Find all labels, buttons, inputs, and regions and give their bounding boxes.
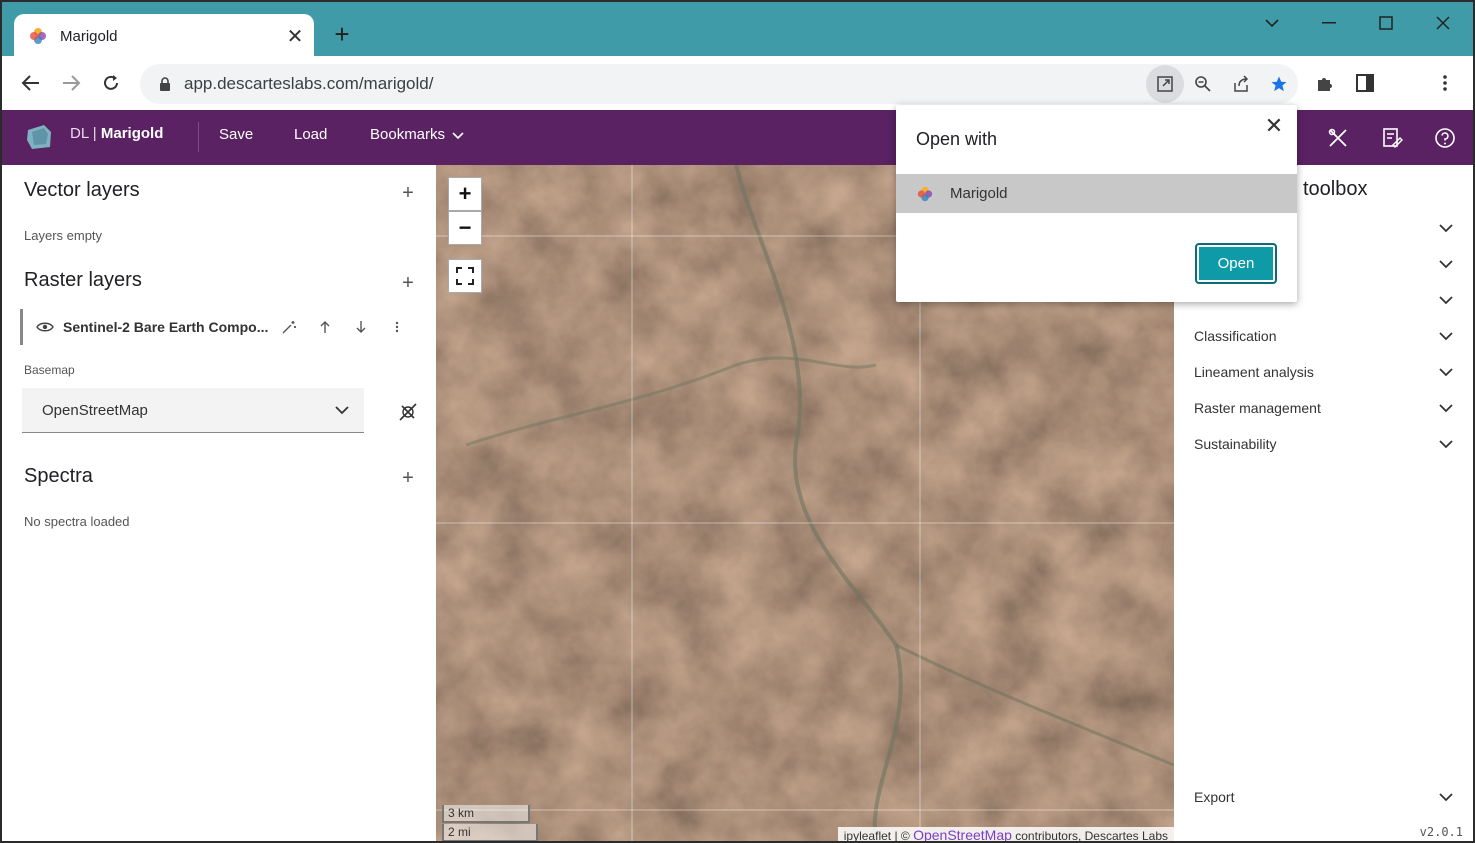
spectra-empty: No spectra loaded — [24, 514, 130, 529]
classification-label: Classification — [1194, 328, 1277, 344]
vector-layers-title: Vector layers — [24, 179, 140, 201]
browser-toolbar: app.descarteslabs.com/marigold/ — [2, 56, 1473, 110]
chevron-down-icon — [1436, 439, 1456, 449]
browser-menu-icon[interactable] — [1432, 70, 1458, 96]
brand-name: Marigold — [100, 125, 164, 142]
add-spectra-button[interactable]: + — [398, 468, 418, 488]
zoom-in-button[interactable]: + — [448, 177, 482, 211]
popup-title: Open with — [916, 129, 998, 149]
basemap-select[interactable]: OpenStreetMap — [22, 388, 364, 433]
raster-management-label: Raster management — [1194, 400, 1321, 416]
toolbox-classification[interactable]: Classification — [1194, 324, 1456, 348]
bookmark-star-icon[interactable] — [1260, 65, 1298, 103]
visibility-eye-icon[interactable] — [35, 321, 55, 333]
toolbox-sustainability[interactable]: Sustainability — [1194, 432, 1456, 456]
open-with-option-marigold[interactable]: Marigold — [896, 174, 1297, 213]
tools-icon[interactable] — [1324, 124, 1352, 152]
chevron-down-icon — [1436, 223, 1456, 233]
descartes-logo-icon — [27, 125, 51, 149]
forward-icon[interactable] — [58, 70, 84, 96]
add-vector-layer-button[interactable]: + — [398, 183, 418, 203]
scale-km: 3 km — [442, 805, 530, 823]
add-raster-layer-button[interactable]: + — [398, 273, 418, 293]
open-with-icon[interactable] — [1146, 65, 1184, 103]
move-down-icon[interactable] — [343, 320, 379, 334]
magic-wand-icon[interactable] — [271, 319, 307, 335]
chevron-down-icon — [1436, 367, 1456, 377]
basemap-label: Basemap — [24, 363, 75, 377]
side-panel-icon[interactable] — [1352, 70, 1378, 96]
tab-close-icon[interactable]: ✕ — [280, 24, 310, 49]
lineament-analysis-label: Lineament analysis — [1194, 364, 1314, 380]
lock-icon[interactable] — [146, 76, 184, 92]
sustainability-label: Sustainability — [1194, 436, 1277, 452]
bookmarks-menu[interactable]: Bookmarks — [370, 126, 465, 143]
chevron-down-icon — [1436, 403, 1456, 413]
layer-more-icon[interactable] — [379, 321, 415, 333]
brand-prefix: DL | — [70, 125, 101, 142]
browser-tab[interactable]: Marigold ✕ — [14, 14, 314, 58]
left-panel: Vector layers + Layers empty Raster laye… — [2, 165, 436, 841]
export-label: Export — [1194, 789, 1235, 805]
screen: Marigold ✕ + app.descarteslabs.com/marig… — [0, 0, 1475, 843]
tab-search-icon[interactable] — [1252, 10, 1292, 36]
version-label: v2.0.1 — [1419, 825, 1463, 839]
vector-layers-empty: Layers empty — [24, 228, 103, 243]
option-label: Marigold — [950, 185, 1008, 202]
reload-icon[interactable] — [98, 70, 124, 96]
move-up-icon[interactable] — [307, 320, 343, 334]
raster-layers-title: Raster layers — [24, 269, 142, 291]
chevron-down-icon — [320, 405, 364, 415]
url-text: app.descarteslabs.com/marigold/ — [184, 74, 434, 93]
toolbox-raster-management[interactable]: Raster management — [1194, 396, 1456, 420]
marigold-favicon-icon — [30, 28, 46, 44]
notes-edit-icon[interactable] — [1378, 124, 1406, 152]
share-icon[interactable] — [1222, 65, 1260, 103]
header-divider — [198, 122, 199, 152]
bookmarks-label: Bookmarks — [370, 126, 446, 143]
raster-layer-name: Sentinel-2 Bare Earth Compo... — [63, 319, 269, 335]
chevron-down-icon — [452, 131, 464, 139]
browser-titlebar: Marigold ✕ + — [2, 2, 1473, 58]
chevron-down-icon — [1436, 295, 1456, 305]
open-with-popup: Open with ✕ Marigold Open — [896, 105, 1297, 302]
fullscreen-button[interactable] — [448, 259, 482, 293]
chevron-down-icon — [1436, 259, 1456, 269]
maximize-icon[interactable] — [1366, 10, 1406, 36]
window-close-icon[interactable] — [1423, 10, 1463, 36]
toolbox-title: toolbox — [1303, 178, 1368, 200]
extensions-icon[interactable] — [1312, 70, 1338, 96]
address-bar[interactable]: app.descarteslabs.com/marigold/ — [140, 64, 1298, 104]
new-tab-button[interactable]: + — [328, 20, 356, 48]
toolbox-lineament-analysis[interactable]: Lineament analysis — [1194, 360, 1456, 384]
help-icon[interactable] — [1431, 124, 1459, 152]
back-icon[interactable] — [18, 70, 44, 96]
attribution-prefix: ipyleaflet | © — [843, 829, 914, 843]
zoom-icon[interactable] — [1184, 65, 1222, 103]
basemap-value: OpenStreetMap — [42, 401, 148, 419]
open-button[interactable]: Open — [1195, 243, 1277, 284]
app-brand[interactable]: DL | Marigold — [70, 125, 163, 142]
attribution-suffix: contributors, Descartes Labs — [1011, 829, 1168, 843]
raster-layer-row[interactable]: Sentinel-2 Bare Earth Compo... — [20, 309, 420, 345]
basemap-off-icon[interactable] — [396, 400, 420, 424]
tab-title: Marigold — [60, 27, 118, 45]
popup-close-icon[interactable]: ✕ — [1263, 115, 1285, 137]
toolbox-export[interactable]: Export — [1194, 785, 1456, 809]
zoom-out-button[interactable]: − — [448, 211, 482, 245]
spectra-title: Spectra — [24, 465, 93, 487]
load-button[interactable]: Load — [294, 126, 327, 143]
scale-mi: 2 mi — [442, 824, 538, 841]
save-button[interactable]: Save — [219, 126, 253, 143]
chevron-down-icon — [1436, 792, 1456, 802]
marigold-favicon-icon — [917, 186, 933, 201]
fullscreen-icon — [456, 267, 474, 285]
chevron-down-icon — [1436, 331, 1456, 341]
osm-link[interactable]: OpenStreetMap — [913, 827, 1012, 841]
map-attribution: ipyleaflet | © OpenStreetMap contributor… — [837, 827, 1174, 843]
minimize-icon[interactable] — [1309, 10, 1349, 36]
